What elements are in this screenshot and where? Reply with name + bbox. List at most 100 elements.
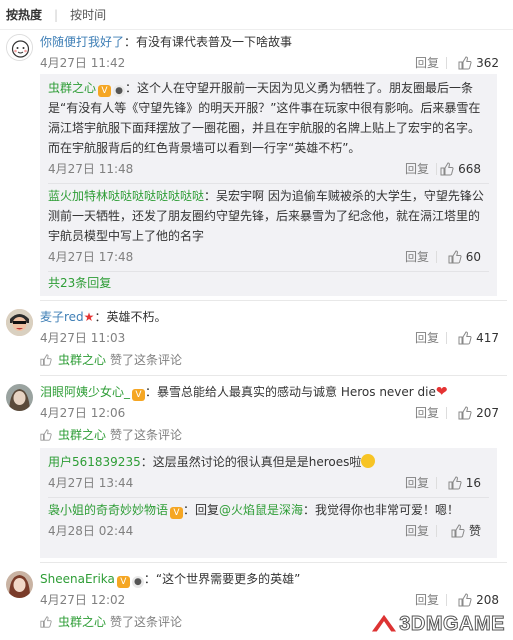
meta-divider xyxy=(436,163,437,175)
reply-body: 虫群之心 V ● ：这个人在守望开服前一天因为见义勇为牺牲了。朋友圈最后一条是“有没有… xyxy=(48,78,489,158)
vip-badge-icon: V xyxy=(116,576,130,588)
heart-emoji-icon: ❤ xyxy=(435,384,448,400)
panda-badge-icon: ● xyxy=(131,576,144,588)
avatar[interactable] xyxy=(6,571,33,598)
like-count: 赞 xyxy=(468,524,481,538)
meta-divider xyxy=(436,525,437,537)
comment-username[interactable]: 你随便打我好了 xyxy=(40,35,124,49)
reply-username[interactable]: 用户561839235 xyxy=(48,455,141,469)
liked-by-username[interactable]: 虫群之心 xyxy=(58,611,106,633)
comment-time: 4月27日 11:42 xyxy=(40,56,126,70)
like-button[interactable]: 赞 xyxy=(451,520,481,542)
laughing-emoji-icon xyxy=(361,454,376,468)
comment-username[interactable]: SheenaErika xyxy=(40,572,115,586)
reply-button[interactable]: 回复 xyxy=(405,246,429,268)
like-button[interactable]: 362 xyxy=(458,52,499,74)
reply-time: 4月28日 02:44 xyxy=(48,524,134,538)
reply-divider xyxy=(48,183,489,184)
like-count: 207 xyxy=(476,406,499,420)
sort-by-hot-tab[interactable]: 按热度 xyxy=(6,6,42,23)
meta-divider xyxy=(436,477,437,489)
like-button[interactable]: 207 xyxy=(458,402,499,424)
thumbs-up-icon xyxy=(40,616,52,628)
comment-username[interactable]: 泪眼阿姨少女心_ xyxy=(40,385,130,399)
comment-meta: 4月27日 11:42 回复 362 xyxy=(40,52,507,74)
meta-divider xyxy=(436,251,437,263)
avatar[interactable] xyxy=(6,34,33,61)
comment-body: 麦子red★：英雄不朽。 xyxy=(40,307,507,327)
reply-button[interactable]: 回复 xyxy=(405,520,429,542)
like-button[interactable]: 417 xyxy=(458,327,499,349)
avatar-cartoon-icon xyxy=(7,35,32,60)
more-replies-link[interactable]: 共23条回复 xyxy=(48,272,489,296)
like-count: 16 xyxy=(465,476,481,490)
comment-item: 麦子red★：英雄不朽。 4月27日 11:03 回复 417 虫群之心 赞了这… xyxy=(0,301,513,376)
reply-button[interactable]: 回复 xyxy=(405,158,429,180)
reply-username[interactable]: 袅小姐的奇奇妙妙物语 xyxy=(48,503,168,517)
comment-text: ：英雄不朽。 xyxy=(94,310,167,324)
reply-body: 用户561839235：这层虽然讨论的很认真但是是heroes啦 xyxy=(48,452,489,472)
reply-body: 蓝火加特林哒哒哒哒哒哒哒哒：吴宏宇啊 因为追偷车贼被杀的大学生，守望先锋公测前一… xyxy=(48,186,489,246)
reply-body: 袅小姐的奇奇妙妙物语 V ：回复@火焰鼠是深海：我觉得你也非常可爱！嗯！ xyxy=(48,500,489,520)
liked-by-username[interactable]: 虫群之心 xyxy=(58,349,106,371)
thumbs-up-icon xyxy=(448,250,462,264)
thumbs-up-icon xyxy=(40,354,52,366)
avatar[interactable] xyxy=(6,309,33,336)
avatar[interactable] xyxy=(6,384,33,411)
site-watermark: 3DMGAME xyxy=(369,612,505,636)
comment-body: SheenaErika V ● ：“这个世界需要更多的英雄” xyxy=(40,569,507,589)
meta-divider xyxy=(446,594,447,606)
thumbs-up-icon xyxy=(458,593,472,607)
liked-by-username[interactable]: 虫群之心 xyxy=(58,424,106,446)
mention-link[interactable]: @火焰鼠是深海 xyxy=(219,503,303,517)
like-button[interactable]: 60 xyxy=(448,246,481,268)
reply-button[interactable]: 回复 xyxy=(415,52,439,74)
reply-meta: 4月27日 13:44 回复 16 xyxy=(48,472,489,494)
sort-bar: 按热度 | 按时间 xyxy=(0,0,513,30)
panda-badge-icon: ● xyxy=(113,85,126,97)
like-count: 417 xyxy=(476,331,499,345)
thumbs-up-icon xyxy=(448,476,462,490)
reply-username[interactable]: 虫群之心 xyxy=(48,81,96,95)
comment-username[interactable]: 麦子red xyxy=(40,310,84,324)
comment-meta: 4月27日 11:03 回复 417 xyxy=(40,327,507,349)
thumbs-up-icon xyxy=(458,56,472,70)
reply-meta: 4月27日 11:48 回复 668 xyxy=(48,158,489,180)
like-count: 668 xyxy=(458,162,481,176)
comment-time: 4月27日 12:06 xyxy=(40,406,126,420)
thumbs-up-icon xyxy=(440,162,454,176)
thumbs-up-icon xyxy=(458,406,472,420)
like-count: 362 xyxy=(476,56,499,70)
reply-button[interactable]: 回复 xyxy=(415,327,439,349)
sort-divider: | xyxy=(54,7,59,22)
vip-badge-icon: V xyxy=(132,389,146,401)
liked-text: 赞了这条评论 xyxy=(110,428,183,442)
reply-username[interactable]: 蓝火加特林哒哒哒哒哒哒哒哒 xyxy=(48,189,204,203)
liked-text: 赞了这条评论 xyxy=(110,353,183,367)
thumbs-up-icon xyxy=(40,429,52,441)
comment-meta: 4月27日 12:06 回复 207 xyxy=(40,402,507,424)
thumbs-up-icon xyxy=(451,524,465,538)
reply-button[interactable]: 回复 xyxy=(405,472,429,494)
3dm-logo-icon xyxy=(370,613,399,633)
like-button[interactable]: 208 xyxy=(458,589,499,611)
sort-by-time-tab[interactable]: 按时间 xyxy=(70,6,106,23)
like-count: 208 xyxy=(476,593,499,607)
comment-time: 4月27日 12:02 xyxy=(40,593,126,607)
reply-text: ：这层虽然讨论的很认真但是是heroes啦 xyxy=(140,455,362,469)
watermark-text: 3DMGAME xyxy=(399,612,505,635)
reply-thread: 用户561839235：这层虽然讨论的很认真但是是heroes啦 4月27日 1… xyxy=(40,448,497,558)
reply-text-continued: ：我觉得你也非常可爱！嗯！ xyxy=(303,503,460,517)
meta-divider xyxy=(446,332,447,344)
avatar-person-icon xyxy=(6,309,33,336)
comment-text: ：暴雪总能给人最真实的感动与诚意 Heros never die xyxy=(145,385,436,399)
reply-time: 4月27日 17:48 xyxy=(48,250,134,264)
like-button[interactable]: 16 xyxy=(448,472,481,494)
reply-time: 4月27日 13:44 xyxy=(48,476,134,490)
vip-badge-icon: V xyxy=(98,85,112,97)
like-button[interactable]: 668 xyxy=(440,158,481,180)
reply-thread: 虫群之心 V ● ：这个人在守望开服前一天因为见义勇为牺牲了。朋友圈最后一条是“有没有… xyxy=(40,74,497,296)
comment-item: 泪眼阿姨少女心_ V ：暴雪总能给人最真实的感动与诚意 Heros never di… xyxy=(0,376,513,563)
reply-button[interactable]: 回复 xyxy=(415,589,439,611)
reply-button[interactable]: 回复 xyxy=(415,402,439,424)
